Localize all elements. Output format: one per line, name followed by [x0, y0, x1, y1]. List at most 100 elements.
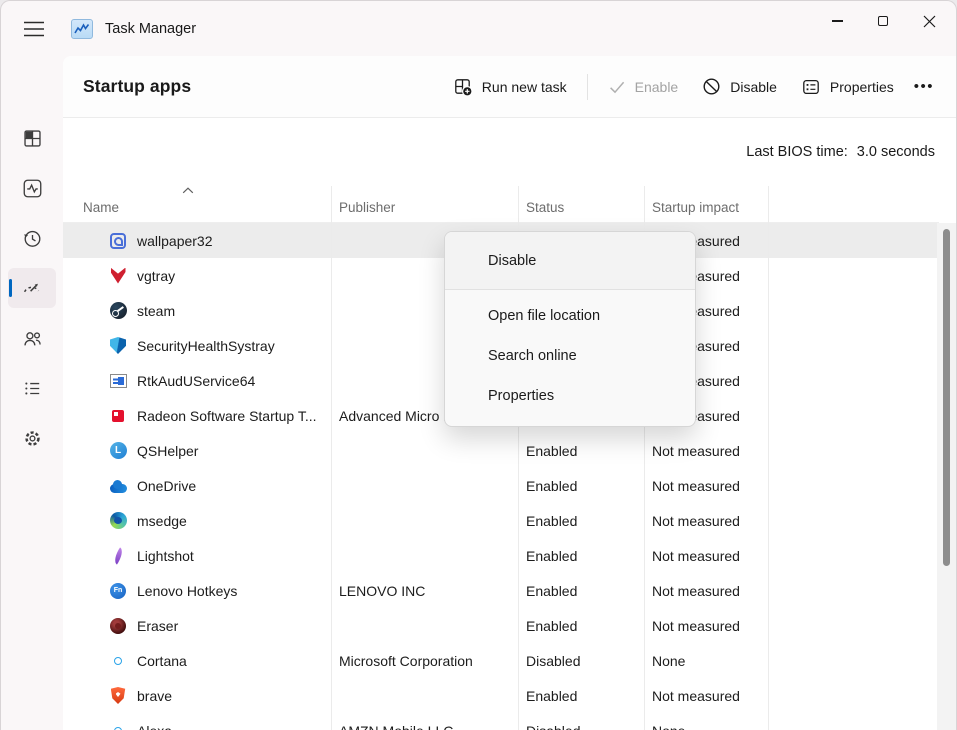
steam-icon [110, 302, 127, 319]
task-manager-app-icon [71, 19, 93, 39]
app-name-cell: Fn Lenovo Hotkeys [63, 582, 331, 600]
app-name-cell: RtkAudUService64 [63, 372, 331, 390]
publisher-cell: LENOVO INC [331, 583, 518, 599]
table-row[interactable]: brave EnabledNot measured [63, 678, 939, 713]
sidebar-item-performance[interactable] [8, 168, 56, 208]
app-name: Eraser [137, 618, 178, 634]
details-icon [21, 377, 44, 400]
more-options-button[interactable]: ••• [906, 78, 942, 95]
status-cell: Disabled [518, 723, 644, 730]
processes-icon [21, 127, 44, 150]
table-row[interactable]: Eraser EnabledNot measured [63, 608, 939, 643]
status-cell: Enabled [518, 583, 644, 599]
app-name: vgtray [137, 268, 175, 284]
sidebar-item-processes[interactable] [8, 118, 56, 158]
eraser-icon [110, 618, 126, 634]
status-cell: Disabled [518, 653, 644, 669]
app-name-cell: Cortana [63, 652, 331, 670]
table-row[interactable]: Fn Lenovo Hotkeys LENOVO INCEnabledNot mea… [63, 573, 939, 608]
impact-cell: Not measured [644, 583, 768, 599]
sidebar-item-app-history[interactable] [8, 218, 56, 258]
sidebar-item-services[interactable] [8, 418, 56, 458]
table-header: Name Publisher Status Startup impact [63, 186, 939, 223]
app-name: Lenovo Hotkeys [137, 583, 237, 599]
impact-cell: Not measured [644, 443, 768, 459]
app-name-cell: brave [63, 687, 331, 705]
column-divider [331, 186, 332, 730]
menu-item-properties[interactable]: Properties [445, 376, 695, 416]
vertical-scrollbar[interactable] [937, 223, 956, 730]
column-divider [768, 186, 769, 730]
table-row[interactable]: msedge EnabledNot measured [63, 503, 939, 538]
app-name-cell: steam [63, 302, 331, 320]
maximize-icon [878, 16, 889, 27]
sort-ascending-icon [182, 187, 194, 194]
publisher-cell: AMZN Mobile LLC [331, 723, 518, 730]
app-name: wallpaper32 [137, 233, 213, 249]
app-name-cell: vgtray [63, 267, 331, 285]
window-title: Task Manager [105, 21, 196, 37]
lightshot-icon [111, 547, 126, 564]
page-header: Startup apps Run new task Enable [63, 56, 956, 118]
qshelper-icon: L [110, 442, 127, 459]
sidebar-item-details[interactable] [8, 368, 56, 408]
table-row[interactable]: LQSHelperEnabledNot measured [63, 433, 939, 468]
main-content: Startup apps Run new task Enable [63, 56, 956, 730]
impact-cell: Not measured [644, 548, 768, 564]
wallpaper32-icon [110, 233, 126, 249]
minimize-button[interactable] [814, 3, 860, 39]
menu-item-disable[interactable]: Disable [445, 232, 695, 289]
sidebar [1, 56, 63, 730]
menu-item-search-online[interactable]: Search online [445, 336, 695, 376]
scrollbar-thumb[interactable] [943, 229, 950, 566]
performance-icon [21, 177, 44, 200]
column-header-status[interactable]: Status [518, 186, 644, 222]
app-name: msedge [137, 513, 187, 529]
app-name: Radeon Software Startup T... [137, 408, 317, 424]
services-icon [21, 427, 44, 450]
disable-button[interactable]: Disable [690, 70, 789, 103]
table-row[interactable]: OneDriveEnabledNot measured [63, 468, 939, 503]
app-name: Cortana [137, 653, 187, 669]
last-bios-time: Last BIOS time:3.0 seconds [746, 144, 935, 160]
sidebar-item-users[interactable] [8, 318, 56, 358]
properties-button[interactable]: Properties [789, 70, 906, 104]
app-name: OneDrive [137, 478, 196, 494]
enable-check-icon [608, 78, 626, 96]
toolbar: Run new task Enable Disable [441, 70, 956, 104]
app-name-cell: Radeon Software Startup T... [63, 407, 331, 425]
minimize-icon [832, 20, 843, 21]
table-row[interactable]: AlexaAMZN Mobile LLCDisabledNone [63, 713, 939, 730]
table-row[interactable]: CortanaMicrosoft CorporationDisabledNone [63, 643, 939, 678]
run-new-task-button[interactable]: Run new task [441, 70, 579, 104]
hamburger-menu-button[interactable] [19, 14, 49, 44]
title-bar: Task Manager [1, 1, 956, 56]
app-name-cell: SecurityHealthSystray [63, 337, 331, 355]
app-name: steam [137, 303, 175, 319]
status-cell: Enabled [518, 548, 644, 564]
app-name: Alexa [137, 723, 172, 730]
column-header-publisher[interactable]: Publisher [331, 186, 518, 222]
brave-icon [111, 687, 126, 704]
impact-cell: Not measured [644, 513, 768, 529]
enable-button[interactable]: Enable [596, 71, 691, 103]
status-cell: Enabled [518, 688, 644, 704]
maximize-button[interactable] [860, 3, 906, 39]
onedrive-icon [110, 484, 127, 493]
app-name-cell: msedge [63, 512, 331, 530]
app-history-icon [21, 227, 44, 250]
close-button[interactable] [906, 3, 952, 39]
column-header-name[interactable]: Name [63, 186, 331, 222]
sidebar-item-startup-apps[interactable] [8, 268, 56, 308]
table-row[interactable]: LightshotEnabledNot measured [63, 538, 939, 573]
column-header-impact[interactable]: Startup impact [644, 186, 768, 222]
status-cell: Enabled [518, 618, 644, 634]
impact-cell: None [644, 653, 768, 669]
fn-icon: Fn [110, 583, 126, 599]
impact-cell: Not measured [644, 688, 768, 704]
app-name: QSHelper [137, 443, 198, 459]
impact-cell: Not measured [644, 618, 768, 634]
menu-item-open-file-location[interactable]: Open file location [445, 296, 695, 336]
status-cell: Enabled [518, 513, 644, 529]
run-new-task-icon [453, 77, 473, 97]
